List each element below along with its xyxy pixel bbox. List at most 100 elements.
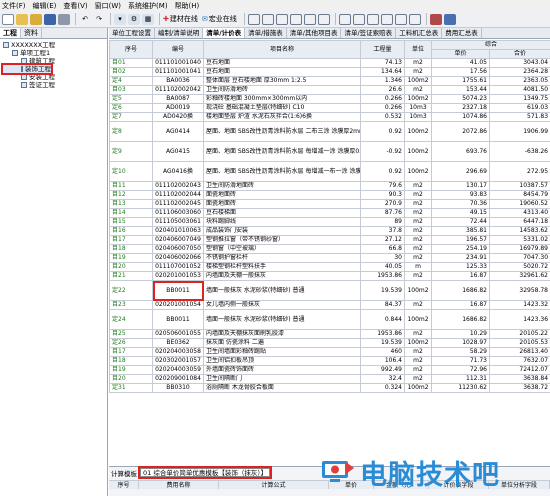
row-code[interactable]: 011105003061	[152, 217, 204, 227]
row-unit[interactable]: m2	[404, 329, 432, 339]
row-qty[interactable]: 0.92	[360, 121, 405, 142]
row-qty[interactable]: 460	[360, 347, 405, 357]
table-row[interactable]: 目16 020401010063 成品装饰门安装 37.8 m2 385.81 14583.…	[109, 226, 550, 236]
table-row[interactable]: 目01 011101001040 豆石地面 74.13 m2 41.05 3043.04	[109, 58, 550, 68]
row-code[interactable]: 020401010063	[152, 226, 204, 236]
col-qty[interactable]: 工程量	[360, 40, 405, 59]
row-name[interactable]: 屋面、地面 SBS改性沥青涂料防水层 每增减一布一涂 涂膜厚0.1mm[单价]×…	[203, 161, 361, 182]
row-unit[interactable]: m2	[404, 253, 432, 263]
col-unit[interactable]: 单位	[404, 40, 432, 59]
row-code[interactable]: 020204003058	[152, 347, 204, 357]
row-name[interactable]: 屋面、地面 SBS改性沥青涂料防水层 每增减一涂 涂膜厚0.6mm	[203, 141, 361, 162]
row-code[interactable]: AG0415	[152, 141, 204, 162]
row-total-price[interactable]: 19060.52	[488, 199, 550, 209]
menu-item[interactable]: 编辑(E)	[33, 1, 57, 11]
row-seq[interactable]: 定8	[109, 121, 153, 142]
row-seq[interactable]: 目17	[109, 347, 153, 357]
row-code[interactable]: BB0310	[152, 383, 204, 393]
row-unit[interactable]: m2	[404, 190, 432, 200]
table-row[interactable]: 目19 020406002066 不锈钢护窗栏杆 30 m2 234.91 7047.30	[109, 253, 550, 263]
row-name[interactable]: 成品装饰门安装	[203, 226, 361, 236]
row-code[interactable]: BB0011	[152, 280, 204, 301]
table-row[interactable]: 目25 020506001055 内墙面及天棚抹灰面刷乳胶漆 1953.86 m2 10.…	[109, 329, 550, 339]
row-code[interactable]: 020201001054	[152, 300, 204, 310]
row-seq[interactable]: 目23	[109, 300, 153, 310]
table-row[interactable]: 目18 020302001057 卫生间铝扣板吊顶 106.4 m2 71.73 7632.…	[109, 356, 550, 366]
row-total-price[interactable]: 272.95	[488, 161, 550, 182]
row-total-price[interactable]: 10387.57	[488, 181, 550, 191]
row-total-price[interactable]: 32961.62	[488, 271, 550, 281]
row-name[interactable]: 块料踢脚线	[203, 217, 361, 227]
row-seq[interactable]: 目02	[109, 67, 153, 77]
row-total-price[interactable]: 3043.04	[488, 58, 550, 68]
row-seq[interactable]: 定26	[109, 338, 153, 348]
table-row[interactable]: 定10AG0416换屋面、地面 SBS改性沥青涂料防水层 每增减一布一涂 涂膜厚…	[109, 161, 550, 182]
row-seq[interactable]: 目20	[109, 374, 153, 384]
row-seq[interactable]: 目15	[109, 217, 153, 227]
menu-item[interactable]: 系统维护(M)	[128, 1, 168, 11]
worksheet-tab[interactable]: 清单/其他项目表	[287, 28, 342, 38]
layout-d-icon[interactable]	[289, 13, 302, 25]
row-seq[interactable]: 定9	[109, 141, 153, 162]
row-qty[interactable]: 106.4	[360, 356, 405, 366]
row-code[interactable]: BB0011	[152, 309, 204, 330]
row-total-price[interactable]: 1906.99	[488, 121, 550, 142]
row-total-price[interactable]: 14583.62	[488, 226, 550, 236]
table-row[interactable]: 目12 011102002044 面瓷地面砖 90.3 m2 93.83 8454.79	[109, 190, 550, 200]
row-total-price[interactable]: 4081.50	[488, 85, 550, 95]
row-unit[interactable]: m2	[404, 181, 432, 191]
row-total-price[interactable]: 72412.07	[488, 365, 550, 375]
row-unit-price[interactable]: 17.56	[431, 67, 490, 77]
row-code[interactable]: AD0019	[152, 103, 204, 113]
row-name[interactable]: 浴厕隔断 木龙骨胶合板面	[203, 383, 361, 393]
row-name[interactable]: 内墙面及天棚一般抹灰	[203, 271, 361, 281]
row-unit-price[interactable]: 16.87	[431, 271, 490, 281]
row-code[interactable]: AG0416换	[152, 161, 204, 182]
row-seq[interactable]: 目01	[109, 58, 153, 68]
folder-icon[interactable]	[30, 13, 42, 25]
row-unit[interactable]: m2	[404, 199, 432, 209]
row-qty[interactable]: 30	[360, 253, 405, 263]
row-unit-price[interactable]: 93.83	[431, 190, 490, 200]
row-qty[interactable]: 0.266	[360, 94, 405, 104]
row-qty[interactable]: 79.6	[360, 181, 405, 191]
row-qty[interactable]: 84.37	[360, 300, 405, 310]
row-seq[interactable]: 目14	[109, 208, 153, 218]
row-unit-price[interactable]: 254.19	[431, 244, 490, 254]
grid-f-icon[interactable]	[408, 13, 421, 25]
row-qty[interactable]: 270.9	[360, 199, 405, 209]
grid-b-icon[interactable]	[352, 13, 365, 25]
row-total-price[interactable]: 20105.22	[488, 329, 550, 339]
row-code[interactable]: 020201001053	[152, 271, 204, 281]
row-total-price[interactable]: 4313.40	[488, 208, 550, 218]
worksheet-tab[interactable]: 清单/计价表	[203, 28, 246, 38]
row-total-price[interactable]: 1349.75	[488, 94, 550, 104]
row-seq[interactable]: 目16	[109, 226, 153, 236]
row-unit-price[interactable]: 1686.82	[431, 309, 490, 330]
row-qty[interactable]: 90.3	[360, 190, 405, 200]
row-unit[interactable]: 100m2	[404, 280, 432, 301]
row-total-price[interactable]: 619.03	[488, 103, 550, 113]
tab-project[interactable]: 工程	[0, 28, 21, 38]
row-unit-price[interactable]: 385.81	[431, 226, 490, 236]
calc-col-header[interactable]: 费用名称	[139, 481, 219, 489]
row-seq[interactable]: 目21	[109, 271, 153, 281]
row-name[interactable]: 抹灰面 仿瓷涂料 二遍	[203, 338, 361, 348]
table-row[interactable]: 定9 AG0415 屋面、地面 SBS改性沥青涂料防水层 每增减一涂 涂膜厚0.6m…	[109, 141, 550, 162]
layout-e-icon[interactable]	[303, 13, 316, 25]
row-qty[interactable]: 992.49	[360, 365, 405, 375]
row-code[interactable]: 011101001040	[152, 58, 204, 68]
col-seq[interactable]: 序号	[109, 40, 153, 59]
row-qty[interactable]: -0.92	[360, 141, 405, 162]
col-unit-price[interactable]: 单价	[431, 49, 490, 59]
row-seq[interactable]: 定5	[109, 94, 153, 104]
row-name[interactable]: 彩釉砖楼地面 300mm×300mm以内	[203, 94, 361, 104]
row-name[interactable]: 卫生间铝扣板吊顶	[203, 356, 361, 366]
worksheet-tab[interactable]: 清单/签证索赔表	[341, 28, 397, 38]
row-qty[interactable]: 0.92	[360, 161, 405, 182]
print-icon[interactable]	[58, 13, 70, 25]
export-icon[interactable]	[443, 13, 456, 25]
tree-node[interactable]: XXXXXXX工程	[3, 41, 107, 49]
grid-a-icon[interactable]	[338, 13, 351, 25]
row-unit-price[interactable]: 125.33	[431, 262, 490, 272]
